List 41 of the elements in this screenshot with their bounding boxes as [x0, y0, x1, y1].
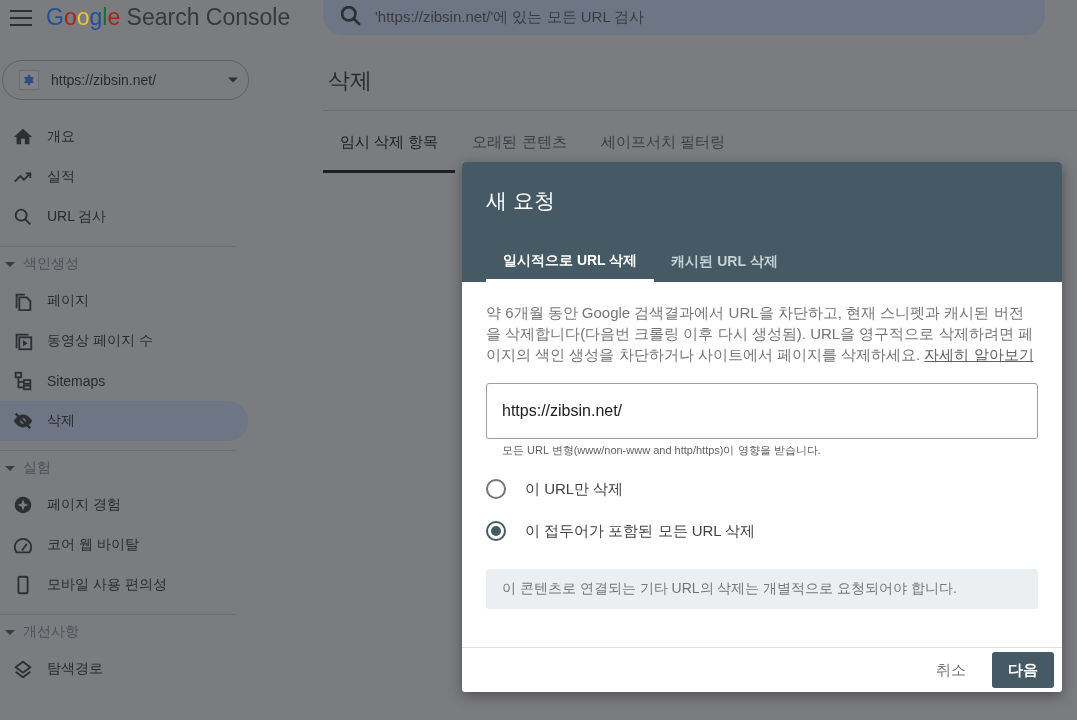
dialog-tab[interactable]: 일시적으로 URL 삭제 — [486, 242, 655, 282]
learn-more-link[interactable]: 자세히 알아보기 — [924, 346, 1034, 363]
app-logo: Google Search Console — [46, 4, 291, 31]
dialog-tab[interactable]: 캐시된 URL 삭제 — [654, 242, 795, 282]
nav-item[interactable]: 모바일 사용 편의성 — [0, 565, 248, 605]
nav-item[interactable]: 실적 — [0, 157, 248, 197]
description-text: 약 6개월 동안 Google 검색결과에서 URL을 차단하고, 현재 스니펫과 캐시된 버전을 삭제합니다(다음번 크롤링 이후 다시 생성됨). URL을 영구적으로 삭제하려면 페이지의 색인 생성을 차단하거나 사이트에서 페이지를 삭제하세요. 자세히 알아보기 — [486, 303, 1035, 365]
menu-icon[interactable] — [10, 9, 32, 26]
sitemap-icon — [12, 370, 34, 392]
nav-item[interactable]: 탐색경로 — [0, 649, 248, 689]
page-title: 삭제 — [327, 67, 373, 95]
layers-icon — [12, 658, 34, 680]
dropdown-caret-icon — [228, 77, 238, 83]
helper-text: 모든 URL 변형(www/non-www and http/https)이 영향을 받습니다. — [501, 443, 822, 458]
nav-item[interactable]: 동영상 페이지 수 — [0, 321, 248, 361]
nav-item[interactable]: 개요 — [0, 117, 248, 157]
page-tab[interactable]: 임시 삭제 항목 — [323, 133, 456, 173]
radio-button[interactable] — [486, 479, 506, 499]
radio-button[interactable] — [486, 521, 506, 541]
nav-item[interactable]: 코어 웹 바이탈 — [0, 525, 248, 565]
search-field[interactable]: 'https://zibsin.net/'에 있는 모든 URL 검사 — [323, 0, 1045, 35]
star-badge-icon — [12, 494, 34, 516]
notice-banner: 이 콘텐츠로 연결되는 기타 URL의 삭제는 개별적으로 요청되어야 합니다. — [486, 569, 1038, 609]
eye-off-icon — [12, 410, 34, 432]
url-input-field[interactable]: https://zibsin.net/ — [486, 383, 1038, 439]
search-icon — [341, 6, 361, 26]
nav-item[interactable]: 삭제 — [0, 401, 248, 441]
caret-icon — [5, 463, 15, 473]
next-button[interactable]: 다음 — [992, 652, 1054, 688]
nav-item[interactable]: 페이지 — [0, 281, 248, 321]
cancel-button[interactable]: 취소 — [920, 652, 982, 688]
radio-label[interactable]: 이 접두어가 포함된 모든 URL 삭제 — [525, 521, 756, 541]
caret-icon — [5, 259, 15, 269]
nav-item[interactable]: 페이지 경험 — [0, 485, 248, 525]
site-favicon — [19, 70, 39, 90]
search-icon — [12, 206, 34, 228]
caret-icon — [5, 627, 15, 637]
nav-item[interactable]: URL 검사 — [0, 197, 248, 237]
radio-label[interactable]: 이 URL만 삭제 — [525, 479, 624, 499]
dialog-title: 새 요청 — [486, 188, 556, 214]
nav-item[interactable]: Sitemaps — [0, 361, 248, 401]
